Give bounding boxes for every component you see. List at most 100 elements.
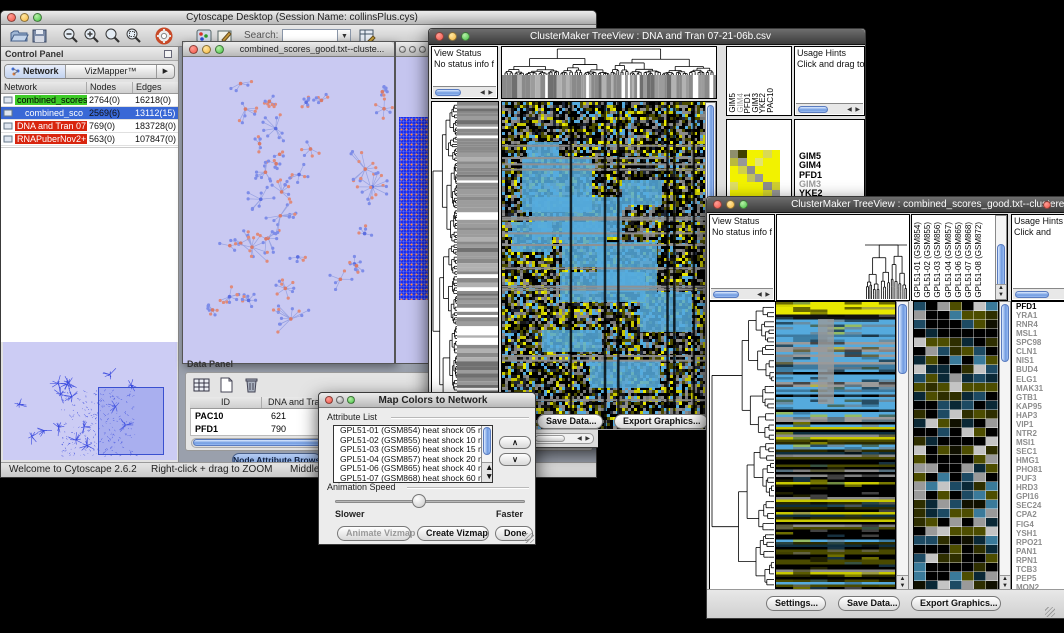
close-button[interactable] — [399, 46, 406, 53]
float-panel-icon[interactable] — [164, 50, 172, 58]
tv2-zoom-heatmap[interactable] — [913, 301, 999, 591]
matrix-cell — [772, 158, 780, 166]
animation-speed-slider-track[interactable] — [335, 500, 525, 503]
tv1-column-labels[interactable]: GIM5GIM4PFD1GIM3YKE2PAC10 — [726, 46, 792, 116]
tab-vizmapper[interactable]: VizMapper™ — [66, 65, 157, 78]
matrix-cell — [747, 158, 755, 166]
tv2-heatmap[interactable] — [776, 301, 896, 591]
tv2-heatmap-vscrollbar[interactable]: ▲▼ — [896, 301, 909, 591]
network-nodes-count: 2764(0) — [87, 95, 133, 105]
close-button[interactable] — [325, 396, 333, 404]
gene-label: YSH1 — [1014, 529, 1064, 538]
create-vizmap-button[interactable]: Create Vizmap — [417, 526, 489, 541]
attribute-select-icon[interactable] — [192, 376, 213, 394]
network-table-row[interactable]: RNAPuberNov2+| 563(0) 107847(0) — [1, 133, 178, 146]
tv2-zoom-vscrollbar[interactable]: ▲▼ — [999, 301, 1011, 591]
zoom-button[interactable] — [347, 396, 355, 404]
tab-overflow-arrow[interactable]: ▶ — [157, 65, 174, 78]
minimize-button[interactable] — [202, 45, 211, 54]
close-button[interactable] — [435, 32, 444, 41]
network-edges-count: 13112(15) — [133, 108, 178, 118]
network-name: combined_sco — [15, 108, 87, 118]
animation-speed-label: Animation Speed — [327, 482, 396, 492]
zoom-in-icon[interactable] — [82, 27, 103, 45]
view-status-scrollbar[interactable]: ◀ ▶ — [433, 86, 496, 97]
close-button[interactable] — [189, 45, 198, 54]
tv2-column-labels-scrollbar[interactable]: ▲▼ — [995, 215, 1007, 300]
usage-hints-scrollbar[interactable] — [1013, 288, 1064, 299]
tv2-export-graphics-button[interactable]: Export Graphics... — [911, 596, 1001, 611]
attribute-list[interactable]: GPL51-01 (GSM854) heat shock 05 minGPL51… — [333, 425, 493, 483]
zoom-button[interactable] — [419, 46, 426, 53]
tv1-usage-hints-panel: Usage Hints Click and drag to ◀ ▶ — [794, 46, 865, 116]
animation-speed-slider-thumb[interactable] — [412, 494, 426, 508]
tv1-hscrollbar[interactable]: ◀ ▶ — [532, 433, 594, 444]
tv2-settings-button[interactable]: Settings... — [766, 596, 826, 611]
new-attribute-icon[interactable] — [217, 376, 238, 394]
network-table-row[interactable]: DNA and Tran 07 769(0) 183728(0) — [1, 120, 178, 133]
minimize-button[interactable] — [336, 396, 344, 404]
control-panel-title: Control Panel — [5, 49, 64, 59]
main-titlebar[interactable]: Cytoscape Desktop (Session Name: collins… — [1, 11, 596, 25]
zoom-fit-icon[interactable] — [103, 27, 124, 45]
move-up-button[interactable]: ∧ — [499, 436, 531, 449]
tv2-gene-labels[interactable]: PFD1YRA1RNR4MSL1SPC98CLN1NIS1BUD4ELG1MAK… — [1011, 301, 1064, 591]
gene-label: BUD4 — [1014, 365, 1064, 374]
minimize-button[interactable] — [20, 13, 29, 22]
zoom-button[interactable] — [739, 200, 748, 209]
tv2-column-labels[interactable]: GPL51-01 (GSM854)GPL51-02 (GSM855)GPL51-… — [911, 214, 1008, 301]
open-session-icon[interactable] — [9, 27, 30, 45]
matrix-cell — [730, 150, 738, 158]
tv2-button-bar: Settings... Save Data... Export Graphics… — [707, 589, 1064, 618]
view-status-scrollbar[interactable]: ◀ ▶ — [711, 288, 773, 299]
tv1-row-dendrogram[interactable] — [431, 101, 499, 439]
grid-network-titlebar[interactable] — [396, 42, 431, 57]
tv1-save-data-button[interactable]: Save Data... — [537, 414, 603, 429]
move-down-button[interactable]: ∨ — [499, 453, 531, 466]
tv2-save-data-button[interactable]: Save Data... — [838, 596, 900, 611]
resize-grip[interactable] — [524, 533, 534, 543]
birdseye-viewport-rect[interactable] — [98, 387, 164, 455]
network-canvas[interactable] — [183, 57, 394, 363]
attribute-list-scrollbar[interactable]: ▲▼ — [481, 426, 492, 482]
tv2-column-dendrogram[interactable] — [776, 214, 910, 301]
usage-hints-scrollbar[interactable]: ◀ ▶ — [796, 103, 863, 114]
treeview1-titlebar[interactable]: ClusterMaker TreeView : DNA and Tran 07-… — [429, 29, 865, 45]
dialog-titlebar[interactable]: Map Colors to Network — [319, 393, 535, 408]
network-table-row[interactable]: combined_sco 2569(6) 13112(15) — [1, 107, 178, 120]
treeview2-titlebar[interactable]: ClusterMaker TreeView : combined_scores_… — [707, 197, 1064, 213]
zoom-out-icon[interactable] — [61, 27, 82, 45]
animate-vizmap-button[interactable]: Animate Vizmap — [337, 526, 411, 541]
zoom-button[interactable] — [33, 13, 42, 22]
treeview1-title: ClusterMaker TreeView : DNA and Tran 07-… — [476, 31, 825, 42]
save-session-icon[interactable] — [30, 27, 51, 45]
matrix-cell — [730, 166, 738, 174]
gene-label: NTR2 — [1014, 429, 1064, 438]
delete-attribute-icon[interactable] — [242, 376, 263, 394]
network-table-row[interactable]: combined_scores 2764(0) 16218(0) — [1, 94, 178, 107]
birdseye-view[interactable] — [3, 342, 177, 460]
correlation-matrix[interactable] — [730, 150, 780, 198]
minimize-button[interactable] — [409, 46, 416, 53]
minimize-button[interactable] — [726, 200, 735, 209]
minimize-button[interactable] — [448, 32, 457, 41]
grid-network-canvas[interactable] — [396, 57, 431, 363]
tab-network[interactable]: Network — [5, 65, 66, 78]
zoom-selected-icon[interactable] — [124, 27, 145, 45]
zoom-button[interactable] — [215, 45, 224, 54]
network-view-titlebar[interactable]: combined_scores_good.txt--cluste... — [183, 42, 394, 57]
gene-label: RNR4 — [1014, 320, 1064, 329]
help-lifebuoy-icon[interactable] — [155, 27, 176, 45]
zoom-button[interactable] — [461, 32, 470, 41]
network-table[interactable]: combined_scores 2764(0) 16218(0) combine… — [1, 94, 178, 147]
usage-hints-title: Usage Hints — [1012, 215, 1064, 226]
tv2-row-dendrogram[interactable] — [709, 301, 776, 591]
tv1-export-graphics-button[interactable]: Export Graphics... — [614, 414, 708, 429]
network-tree-empty-area — [1, 147, 178, 342]
tv1-heatmap[interactable] — [501, 101, 717, 439]
close-button[interactable] — [7, 13, 16, 22]
close-button[interactable] — [713, 200, 722, 209]
status-hint-zoom: Right-click + drag to ZOOM — [151, 464, 272, 475]
tv1-column-dendrogram[interactable] — [501, 46, 717, 99]
resize-grip[interactable] — [1045, 607, 1055, 617]
